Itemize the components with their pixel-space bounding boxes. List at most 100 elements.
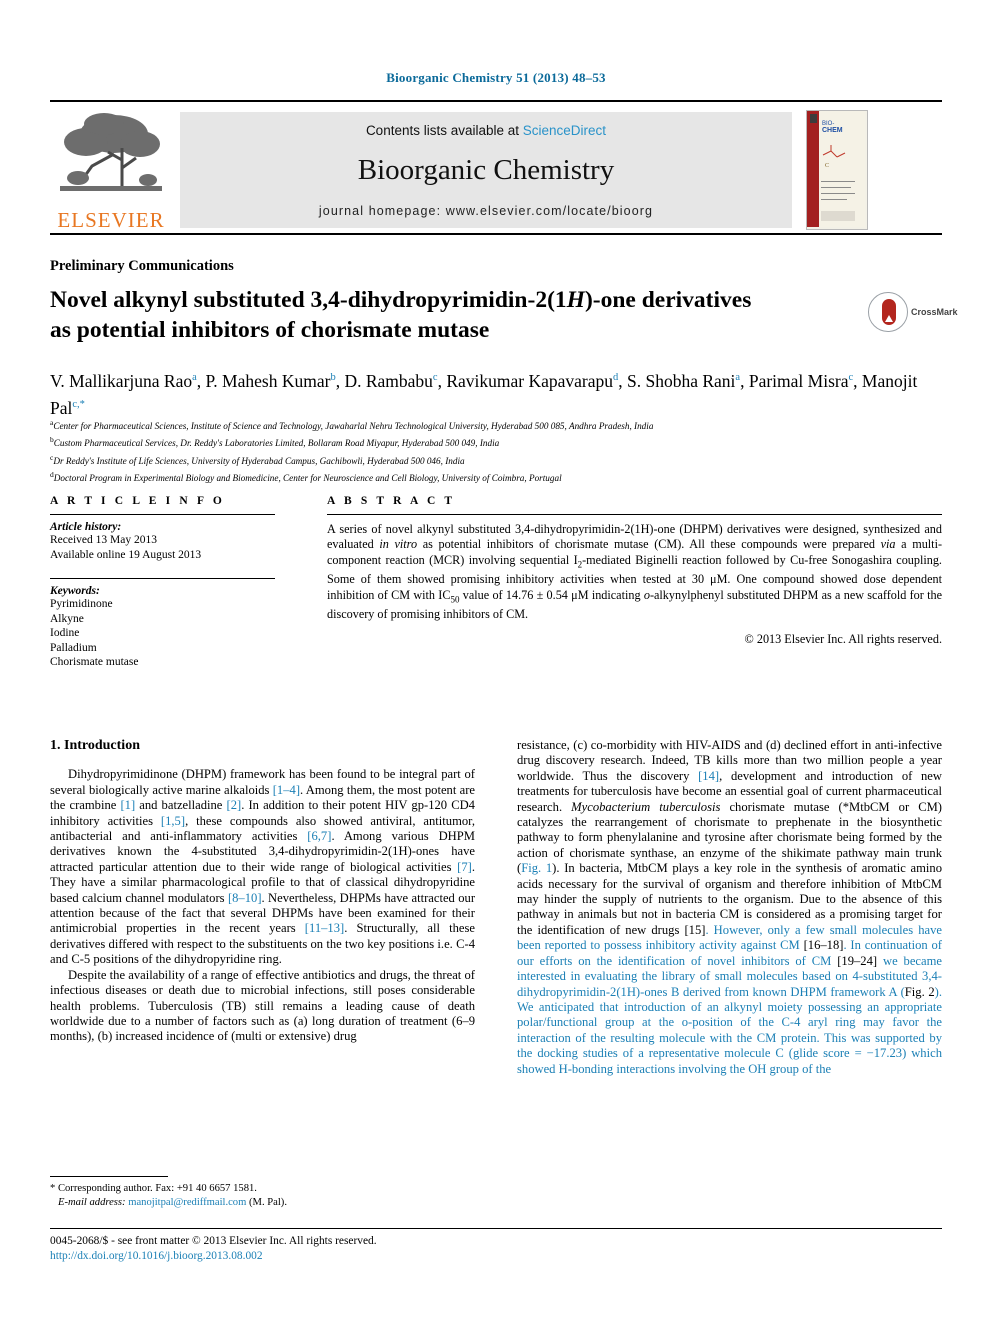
citation-link[interactable]: Fig. 1	[521, 861, 552, 875]
citation-link[interactable]: [2]	[227, 798, 242, 812]
affiliation-marker: c	[50, 452, 54, 462]
journal-homepage-link[interactable]: journal homepage: www.elsevier.com/locat…	[180, 204, 792, 218]
abstract-italic: via	[880, 537, 896, 552]
author-name: P. Mahesh Kumar	[205, 370, 331, 391]
info-abstract-box: A R T I C L E I N F O Article history: R…	[50, 495, 942, 680]
body-text: [15]	[684, 922, 706, 937]
citation-link[interactable]: [1–4]	[273, 783, 300, 797]
author-affiliation-marker: b	[330, 372, 336, 383]
affiliation-item: cDr Reddy's Institute of Life Sciences, …	[50, 452, 465, 466]
keyword-item: Alkyne	[50, 612, 84, 625]
keywords-block: Keywords: Pyrimidinone Alkyne Iodine Pallad…	[50, 578, 302, 670]
article-section-label: Preliminary Communications	[50, 258, 234, 274]
body-text: Fig. 2	[904, 984, 935, 999]
article-title: Novel alkynyl substituted 3,4-dihydropyr…	[50, 285, 840, 345]
author-affiliation-marker: c	[432, 372, 438, 383]
affiliation-marker: b	[50, 435, 54, 445]
citation-link[interactable]: [1]	[120, 798, 135, 812]
info-divider	[50, 514, 275, 515]
affiliation-item: dDoctoral Program in Experimental Biolog…	[50, 469, 562, 483]
abstract-text-part: value of 14.76 ± 0.54 μM indicating	[459, 587, 644, 602]
citation-link[interactable]: [7]	[457, 860, 472, 874]
author-affiliation-marker: c	[848, 372, 854, 383]
footer-divider	[50, 1228, 942, 1229]
sciencedirect-link[interactable]: ScienceDirect	[523, 123, 606, 138]
elsevier-logo: ELSEVIER	[52, 108, 170, 232]
issn-copyright-line: 0045-2068/$ - see front matter © 2013 El…	[50, 1235, 377, 1247]
intro-paragraph-3: resistance, (c) co-morbidity with HIV-AI…	[517, 738, 942, 1077]
crossmark-badge[interactable]: CrossMark	[868, 292, 958, 334]
author-name: S. Shobha Rani	[627, 370, 736, 391]
author-name: Ravikumar Kapavarapu	[446, 370, 613, 391]
author-affiliation-marker: a	[735, 372, 741, 383]
author-name: D. Rambabu	[344, 370, 433, 391]
article-info-column: A R T I C L E I N F O Article history: R…	[50, 495, 302, 670]
citation-link[interactable]: [14]	[698, 769, 719, 783]
email-suffix: (M. Pal).	[246, 1196, 287, 1208]
author-list: V. Mallikarjuna Raoa, P. Mahesh Kumarb, …	[50, 370, 918, 418]
page-footer: 0045-2068/$ - see front matter © 2013 El…	[50, 1234, 650, 1264]
body-text: [19–24]	[837, 953, 878, 968]
title-part-a: Novel alkynyl substituted 3,4-dihydropyr…	[50, 287, 567, 313]
body-column-right: resistance, (c) co-morbidity with HIV-AI…	[517, 738, 942, 1077]
doi-link[interactable]: http://dx.doi.org/10.1016/j.bioorg.2013.…	[50, 1249, 650, 1264]
intro-paragraph-2: Despite the availability of a range of e…	[50, 967, 475, 1044]
corresponding-author-footnote: * Corresponding author. Fax: +91 40 6657…	[50, 1176, 475, 1209]
body-column-left: 1. Introduction Dihydropyrimidinone (DHP…	[50, 738, 475, 1045]
body-text: [16–18]	[803, 938, 844, 953]
crossmark-label: CrossMark	[911, 307, 958, 317]
keyword-item: Pyrimidinone	[50, 598, 113, 610]
journal-cover-art: BIO- CHEM C	[807, 111, 865, 227]
keywords-label: Keywords:	[50, 585, 100, 597]
abstract-column: A B S T R A C T A series of novel alkyny…	[327, 495, 942, 647]
keyword-item: Iodine	[50, 627, 80, 639]
journal-title: Bioorganic Chemistry	[357, 154, 615, 186]
abstract-body: A series of novel alkynyl substituted 3,…	[327, 522, 942, 623]
email-link[interactable]: manojitpal@rediffmail.com	[128, 1197, 246, 1208]
author-affiliation-marker: c,*	[72, 398, 85, 410]
author-name: V. Mallikarjuna Rao	[50, 370, 193, 391]
citation-link[interactable]: [1,5]	[161, 814, 185, 828]
title-italic-h: H	[566, 287, 585, 313]
abstract-text-part: as potential inhibitors of chorismate mu…	[417, 537, 881, 552]
available-online-date: Available online 19 August 2013	[50, 548, 202, 561]
email-line: E-mail address: manojitpal@rediffmail.co…	[50, 1196, 475, 1210]
affiliation-marker: d	[50, 469, 54, 479]
author-name: Parimal Misra	[748, 370, 849, 391]
journal-cover-thumbnail: BIO- CHEM C	[806, 110, 868, 230]
author-affiliation-marker: a	[192, 372, 197, 383]
abstract-subscript: 50	[450, 594, 460, 605]
received-date: Received 13 May 2013	[50, 534, 157, 546]
footnote-divider	[50, 1176, 168, 1177]
contents-prefix: Contents lists available at	[365, 123, 523, 138]
masthead-band: Contents lists available at ScienceDirec…	[180, 112, 792, 228]
crossmark-arrow-icon	[885, 315, 893, 322]
running-head: Bioorganic Chemistry 51 (2013) 48–53	[386, 70, 606, 85]
keyword-item: Palladium	[50, 641, 97, 654]
author-affiliation-marker: d	[613, 372, 619, 383]
abstract-copyright: © 2013 Elsevier Inc. All rights reserved…	[744, 631, 942, 646]
title-line-2: as potential inhibitors of chorismate mu…	[50, 317, 490, 343]
article-info-heading: A R T I C L E I N F O	[50, 495, 225, 507]
affiliation-item: aCenter for Pharmaceutical Sciences, Ins…	[50, 418, 654, 432]
keyword-list: Pyrimidinone Alkyne Iodine Palladium Chorism…	[50, 597, 302, 670]
abstract-heading: A B S T R A C T	[327, 495, 456, 507]
keyword-item: Chorismate mutase	[50, 656, 139, 668]
title-part-b: )-one derivatives	[584, 287, 752, 313]
affiliation-list: aCenter for Pharmaceutical Sciences, Ins…	[50, 416, 930, 485]
citation-link[interactable]: [11–13]	[305, 921, 344, 935]
citation-link[interactable]: [8–10]	[228, 891, 262, 905]
article-history-label: Article history:	[50, 521, 122, 533]
citation-link[interactable]: [6,7]	[307, 829, 331, 843]
elsevier-tree-icon	[60, 113, 162, 191]
journal-masthead: ELSEVIER Contents lists available at Sci…	[50, 100, 942, 235]
corresponding-author-line: * Corresponding author. Fax: +91 40 6657…	[50, 1183, 257, 1194]
abstract-italic: in vitro	[379, 537, 418, 552]
elsevier-wordmark: ELSEVIER	[57, 208, 165, 232]
svg-text:C: C	[825, 163, 829, 169]
body-text: and batzelladine	[135, 798, 227, 813]
species-name: Mycobacterium tuberculosis	[571, 799, 721, 814]
contents-available-line: Contents lists available at ScienceDirec…	[180, 123, 792, 138]
introduction-heading: 1. Introduction	[50, 738, 140, 753]
svg-text:CHEM: CHEM	[822, 127, 843, 134]
